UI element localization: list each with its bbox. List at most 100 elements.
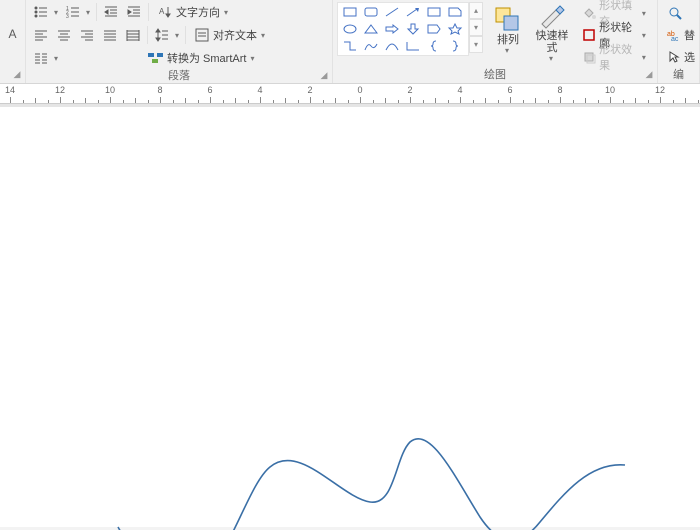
dropdown-icon: ▾ (249, 54, 257, 63)
dropdown-icon[interactable]: ▾ (85, 8, 93, 17)
align-left-button[interactable] (30, 25, 52, 45)
ruler-number: 6 (207, 85, 212, 95)
font-color-button[interactable]: A (4, 24, 21, 44)
shape-rect-icon[interactable] (339, 4, 360, 20)
ruler-number: 2 (307, 85, 312, 95)
ruler-number: 12 (655, 85, 665, 95)
quick-styles-button[interactable]: 快速样式 ▾ (533, 2, 571, 60)
dropdown-icon: ▾ (548, 54, 556, 63)
paragraph-group-label: 段落 (168, 70, 190, 82)
shape-pentagon-icon[interactable] (423, 21, 444, 37)
text-direction-label: 文字方向 (176, 4, 220, 20)
distributed-button[interactable] (122, 25, 144, 45)
dropdown-icon: ▾ (641, 31, 648, 40)
replace-button[interactable]: abac 替 (662, 25, 695, 45)
arrange-icon (494, 4, 522, 34)
svg-text:ac: ac (671, 36, 679, 42)
dropdown-icon: ▾ (504, 46, 512, 55)
freeform-curve-shape[interactable] (0, 107, 700, 530)
find-icon (667, 5, 683, 21)
separator (185, 26, 186, 44)
shape-snip-rect-icon[interactable] (444, 4, 465, 20)
smartart-icon (148, 50, 164, 66)
separator (96, 3, 97, 21)
shape-curve-icon[interactable] (360, 38, 381, 54)
font-group-fragment: A ◢ (0, 0, 26, 83)
gallery-up-icon[interactable]: ▴ (469, 2, 483, 19)
dropdown-icon: ▾ (260, 31, 268, 40)
ruler-number: 6 (507, 85, 512, 95)
gallery-down-icon[interactable]: ▾ (469, 19, 483, 36)
shape-triangle-icon[interactable] (360, 21, 381, 37)
quick-styles-label: 快速样式 (533, 30, 571, 54)
shape-rect2-icon[interactable] (423, 4, 444, 20)
align-justify-button[interactable] (99, 25, 121, 45)
shape-connector-icon[interactable] (339, 38, 360, 54)
dropdown-icon: ▾ (641, 9, 648, 18)
dropdown-icon[interactable]: ▾ (174, 31, 182, 40)
columns-button[interactable] (30, 48, 52, 68)
paragraph-group-launcher-icon[interactable]: ◢ (318, 69, 330, 81)
shape-right-arrow-icon[interactable] (381, 21, 402, 37)
select-label: 选 (684, 49, 695, 65)
shape-arc-icon[interactable] (381, 38, 402, 54)
align-text-icon (194, 27, 210, 43)
select-button[interactable]: 选 (662, 47, 695, 67)
text-direction-button[interactable]: A 文字方向 ▾ (152, 2, 236, 22)
ruler-number: 2 (407, 85, 412, 95)
ruler-number: 8 (157, 85, 162, 95)
shape-line-icon[interactable] (381, 4, 402, 20)
shape-left-brace-icon[interactable] (423, 38, 444, 54)
gallery-more-icon[interactable]: ▾ (469, 36, 483, 53)
select-icon (667, 49, 681, 65)
shape-right-brace-icon[interactable] (444, 38, 465, 54)
bullets-button[interactable] (30, 2, 52, 22)
ruler-number: 0 (357, 85, 362, 95)
drawing-group: ▴ ▾ ▾ 排列 ▾ 快速样式 ▾ (333, 0, 658, 83)
dropdown-icon: ▾ (223, 8, 231, 17)
ribbon: A ◢ ▾ 123 ▾ (0, 0, 700, 84)
ruler-number: 8 (557, 85, 562, 95)
ruler-number: 4 (257, 85, 262, 95)
shape-effects-button[interactable]: 形状效果 ▾ (577, 47, 653, 67)
align-text-button[interactable]: 对齐文本 ▾ (189, 25, 273, 45)
decrease-indent-button[interactable] (100, 2, 122, 22)
shape-rounded-rect-icon[interactable] (360, 4, 381, 20)
numbering-button[interactable]: 123 (62, 2, 84, 22)
shape-oval-icon[interactable] (339, 21, 360, 37)
shape-arrow-icon[interactable] (402, 4, 423, 20)
line-spacing-button[interactable] (151, 25, 173, 45)
horizontal-ruler[interactable]: 1412108642024681012 (0, 84, 700, 104)
shapes-gallery[interactable] (337, 2, 469, 56)
separator (147, 26, 148, 44)
ruler-number: 10 (605, 85, 615, 95)
arrange-button[interactable]: 排列 ▾ (489, 2, 527, 60)
increase-indent-button[interactable] (123, 2, 145, 22)
slide-canvas[interactable] (0, 104, 700, 527)
find-button[interactable] (662, 3, 695, 23)
dropdown-icon[interactable]: ▾ (53, 54, 61, 63)
shape-down-arrow-icon[interactable] (402, 21, 423, 37)
arrange-label: 排列 (497, 34, 519, 46)
replace-label: 替 (684, 27, 695, 43)
paragraph-group: ▾ 123 ▾ A 文字方向 ▾ (26, 0, 333, 83)
svg-text:3: 3 (66, 14, 69, 19)
align-right-button[interactable] (76, 25, 98, 45)
replace-icon: abac (667, 27, 681, 43)
ruler-number: 12 (55, 85, 65, 95)
shape-star-icon[interactable] (444, 21, 465, 37)
dropdown-icon[interactable]: ▾ (53, 8, 61, 17)
drawing-group-label: 绘图 (484, 69, 506, 81)
ruler-number: 10 (105, 85, 115, 95)
drawing-group-launcher-icon[interactable]: ◢ (643, 68, 655, 80)
gallery-nav: ▴ ▾ ▾ (469, 2, 483, 56)
svg-text:A: A (159, 7, 165, 16)
text-direction-icon: A (157, 4, 173, 20)
convert-smartart-button[interactable]: 转换为 SmartArt ▾ (143, 48, 262, 68)
font-group-launcher-icon[interactable]: ◢ (11, 68, 23, 80)
quick-styles-icon (538, 4, 566, 30)
shape-angle-icon[interactable] (402, 38, 423, 54)
convert-smartart-label: 转换为 SmartArt (167, 50, 246, 66)
shape-fill-icon (582, 5, 596, 21)
align-center-button[interactable] (53, 25, 75, 45)
